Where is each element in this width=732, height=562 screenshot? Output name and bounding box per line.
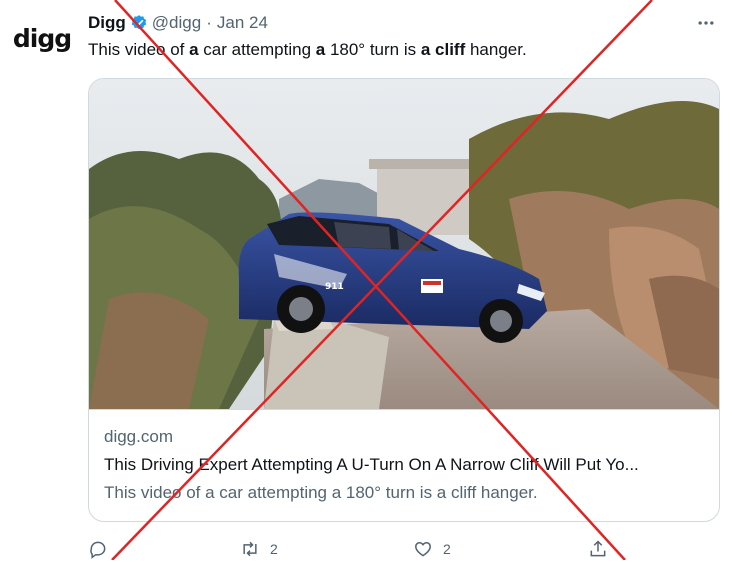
card-domain: digg.com: [104, 427, 173, 446]
retweet-button[interactable]: 2: [240, 539, 413, 559]
author-name[interactable]: Digg: [88, 13, 126, 33]
car-badge-text: 911: [325, 282, 344, 292]
verified-badge-icon: [131, 15, 146, 30]
tweet-text-segment: hanger.: [465, 40, 527, 59]
tweet-text-segment: This video of: [88, 40, 190, 59]
tweet-actions: 2 2: [88, 536, 628, 562]
car-on-cliff-photo: 911: [89, 79, 719, 409]
reply-button[interactable]: [88, 539, 240, 559]
more-icon[interactable]: [694, 12, 718, 34]
avatar-logo-text: digg: [12, 23, 72, 53]
link-card[interactable]: 911 digg.com This Driving Expert Attempt…: [88, 78, 720, 522]
like-count: 2: [443, 541, 451, 557]
tweet-text-segment: car attempting: [198, 40, 316, 59]
retweet-count: 2: [270, 541, 278, 557]
avatar[interactable]: digg: [10, 14, 74, 62]
tweet-text: This video of a car attempting a 180° tu…: [88, 40, 527, 60]
card-info: digg.com This Driving Expert Attempting …: [104, 427, 704, 503]
retweet-icon: [243, 541, 257, 557]
tweet-date[interactable]: Jan 24: [217, 13, 268, 33]
card-title[interactable]: This Driving Expert Attempting A U-Turn …: [104, 455, 704, 475]
tweet-header: Digg @digg · Jan 24: [88, 12, 268, 34]
tweet-text-segment: 180° turn is: [325, 40, 421, 59]
reply-icon: [90, 541, 106, 559]
tweet-text-segment: a: [189, 40, 199, 59]
share-icon: [590, 540, 606, 557]
like-button[interactable]: 2: [413, 539, 588, 559]
author-handle[interactable]: @digg: [152, 13, 201, 33]
like-icon: [415, 541, 431, 557]
share-button[interactable]: [588, 539, 608, 559]
card-description: This video of a car attempting a 180° tu…: [104, 483, 538, 502]
card-media-image[interactable]: 911: [89, 79, 719, 410]
header-separator: ·: [206, 13, 212, 32]
tweet-text-segment: a cliff: [420, 40, 466, 59]
tweet-text-segment: a: [315, 40, 326, 59]
